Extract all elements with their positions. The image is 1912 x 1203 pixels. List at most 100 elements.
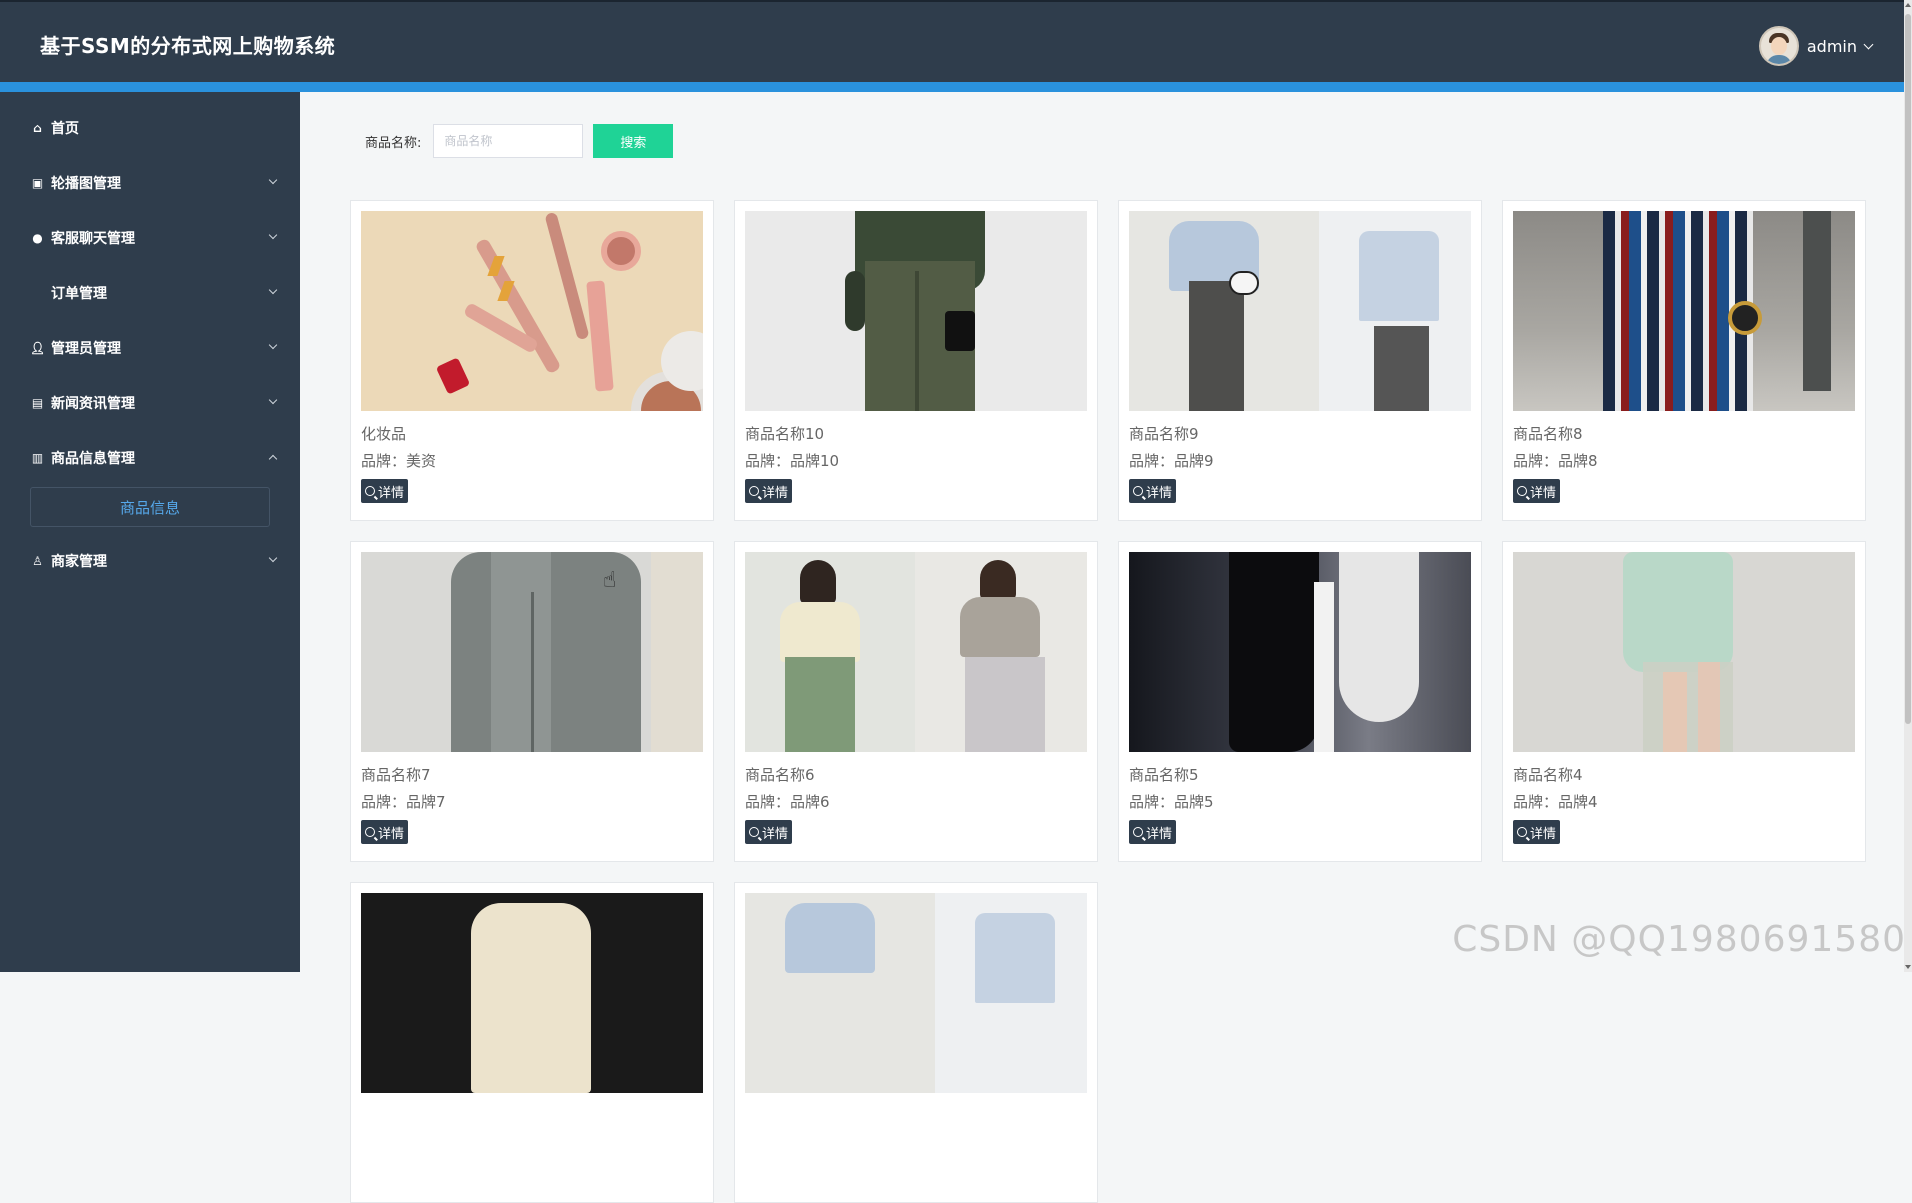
search-icon (749, 486, 759, 496)
product-brand: 品牌：品牌9 (1129, 450, 1471, 471)
product-card[interactable]: 商品名称4 品牌：品牌4 详情 (1502, 541, 1866, 862)
chevron-down-icon (269, 231, 277, 239)
product-brand: 品牌：品牌7 (361, 791, 703, 812)
header-accent-bar (0, 82, 1904, 92)
product-image (361, 552, 703, 752)
sidebar-item-products[interactable]: ▥ 商品信息管理 (0, 430, 300, 485)
sidebar-item-label: 商品信息管理 (51, 448, 135, 468)
image-icon: ▣ (30, 175, 45, 190)
product-card[interactable]: 商品名称5 品牌：品牌5 详情 (1118, 541, 1482, 862)
search-icon (365, 827, 375, 837)
product-card[interactable]: 商品名称8 品牌：品牌8 详情 (1502, 200, 1866, 521)
chevron-up-icon (269, 455, 277, 463)
detail-button[interactable]: 详情 (1513, 479, 1560, 503)
chevron-down-icon (1864, 39, 1874, 49)
detail-label: 详情 (1146, 823, 1172, 842)
detail-button[interactable]: 详情 (1513, 820, 1560, 844)
detail-button[interactable]: 详情 (1129, 820, 1176, 844)
sidebar-subitem-product-info[interactable]: 商品信息 (30, 487, 270, 527)
sidebar-item-merchants[interactable]: ♙ 商家管理 (0, 533, 300, 588)
product-card[interactable]: 商品名称7 品牌：品牌7 详情 (350, 541, 714, 862)
product-name: 化妆品 (361, 423, 703, 444)
chevron-down-icon (269, 341, 277, 349)
product-card[interactable] (734, 882, 1098, 1203)
hand-cursor-icon: ☝ (603, 568, 616, 593)
scrollbar[interactable] (1904, 0, 1912, 972)
product-name: 商品名称10 (745, 423, 1087, 444)
detail-label: 详情 (1530, 482, 1556, 501)
watermark: CSDN @QQ1980691580 (1452, 919, 1906, 960)
product-grid: 化妆品 品牌：美资 详情 商品名称10 品牌：品牌10 详情 商品名称9 品牌：… (350, 200, 1865, 1203)
sidebar: ⌂ 首页 ▣ 轮播图管理 ● 客服聊天管理 订单管理 👤︎ 管理员管理 ▤ 新闻… (0, 92, 300, 972)
sidebar-item-carousel[interactable]: ▣ 轮播图管理 (0, 155, 300, 210)
product-name: 商品名称7 (361, 764, 703, 785)
product-brand: 品牌：品牌4 (1513, 791, 1855, 812)
product-card[interactable]: 商品名称9 品牌：品牌9 详情 (1118, 200, 1482, 521)
search-icon (1517, 827, 1527, 837)
product-brand: 品牌：品牌5 (1129, 791, 1471, 812)
product-name: 商品名称9 (1129, 423, 1471, 444)
search-bar: 商品名称: 搜索 (365, 124, 673, 158)
product-card[interactable]: 商品名称6 品牌：品牌6 详情 (734, 541, 1098, 862)
product-name: 商品名称5 (1129, 764, 1471, 785)
detail-button[interactable]: 详情 (361, 820, 408, 844)
product-image (361, 211, 703, 411)
sidebar-item-news[interactable]: ▤ 新闻资讯管理 (0, 375, 300, 430)
detail-label: 详情 (378, 823, 404, 842)
scroll-down-icon[interactable] (1905, 965, 1911, 969)
chevron-down-icon (269, 176, 277, 184)
search-label: 商品名称: (365, 132, 421, 151)
sidebar-item-admins[interactable]: 👤︎ 管理员管理 (0, 320, 300, 375)
blank-icon (30, 285, 45, 300)
sidebar-item-label: 商家管理 (51, 551, 107, 571)
sidebar-item-label: 客服聊天管理 (51, 228, 135, 248)
detail-label: 详情 (1530, 823, 1556, 842)
detail-label: 详情 (1146, 482, 1172, 501)
product-image (745, 893, 1087, 1093)
product-image (1129, 552, 1471, 752)
product-image (1129, 211, 1471, 411)
search-icon (1517, 486, 1527, 496)
product-image (745, 211, 1087, 411)
detail-label: 详情 (762, 823, 788, 842)
news-icon: ▤ (30, 395, 45, 410)
home-icon: ⌂ (30, 120, 45, 135)
sidebar-item-label: 轮播图管理 (51, 173, 121, 193)
product-brand: 品牌：品牌10 (745, 450, 1087, 471)
product-card[interactable] (350, 882, 714, 1203)
chevron-down-icon (269, 286, 277, 294)
product-brand: 品牌：品牌6 (745, 791, 1087, 812)
top-header: 基于SSM的分布式网上购物系统 admin (0, 0, 1904, 82)
product-card[interactable]: 化妆品 品牌：美资 详情 (350, 200, 714, 521)
avatar (1759, 26, 1799, 66)
search-icon (1133, 486, 1143, 496)
sidebar-item-label: 订单管理 (51, 283, 107, 303)
product-brand: 品牌：品牌8 (1513, 450, 1855, 471)
app-title: 基于SSM的分布式网上购物系统 (40, 30, 335, 59)
sidebar-item-chat[interactable]: ● 客服聊天管理 (0, 210, 300, 265)
sidebar-item-orders[interactable]: 订单管理 (0, 265, 300, 320)
user-icon: 👤︎ (30, 340, 45, 355)
product-image (1513, 211, 1855, 411)
detail-button[interactable]: 详情 (361, 479, 408, 503)
scroll-up-icon[interactable] (1905, 3, 1911, 7)
product-name: 商品名称8 (1513, 423, 1855, 444)
user-menu[interactable]: admin (1759, 26, 1872, 66)
sidebar-item-home[interactable]: ⌂ 首页 (0, 100, 300, 155)
product-card[interactable]: 商品名称10 品牌：品牌10 详情 (734, 200, 1098, 521)
search-icon (365, 486, 375, 496)
sidebar-item-label: 首页 (51, 118, 79, 138)
sidebar-item-label: 新闻资讯管理 (51, 393, 135, 413)
detail-label: 详情 (378, 482, 404, 501)
detail-button[interactable]: 详情 (1129, 479, 1176, 503)
search-button[interactable]: 搜索 (593, 124, 673, 158)
scrollbar-thumb[interactable] (1905, 14, 1911, 724)
chat-icon: ● (30, 230, 45, 245)
chevron-down-icon (269, 396, 277, 404)
sidebar-item-label: 管理员管理 (51, 338, 121, 358)
search-input[interactable] (433, 124, 583, 158)
detail-button[interactable]: 详情 (745, 479, 792, 503)
detail-label: 详情 (762, 482, 788, 501)
detail-button[interactable]: 详情 (745, 820, 792, 844)
product-name: 商品名称4 (1513, 764, 1855, 785)
